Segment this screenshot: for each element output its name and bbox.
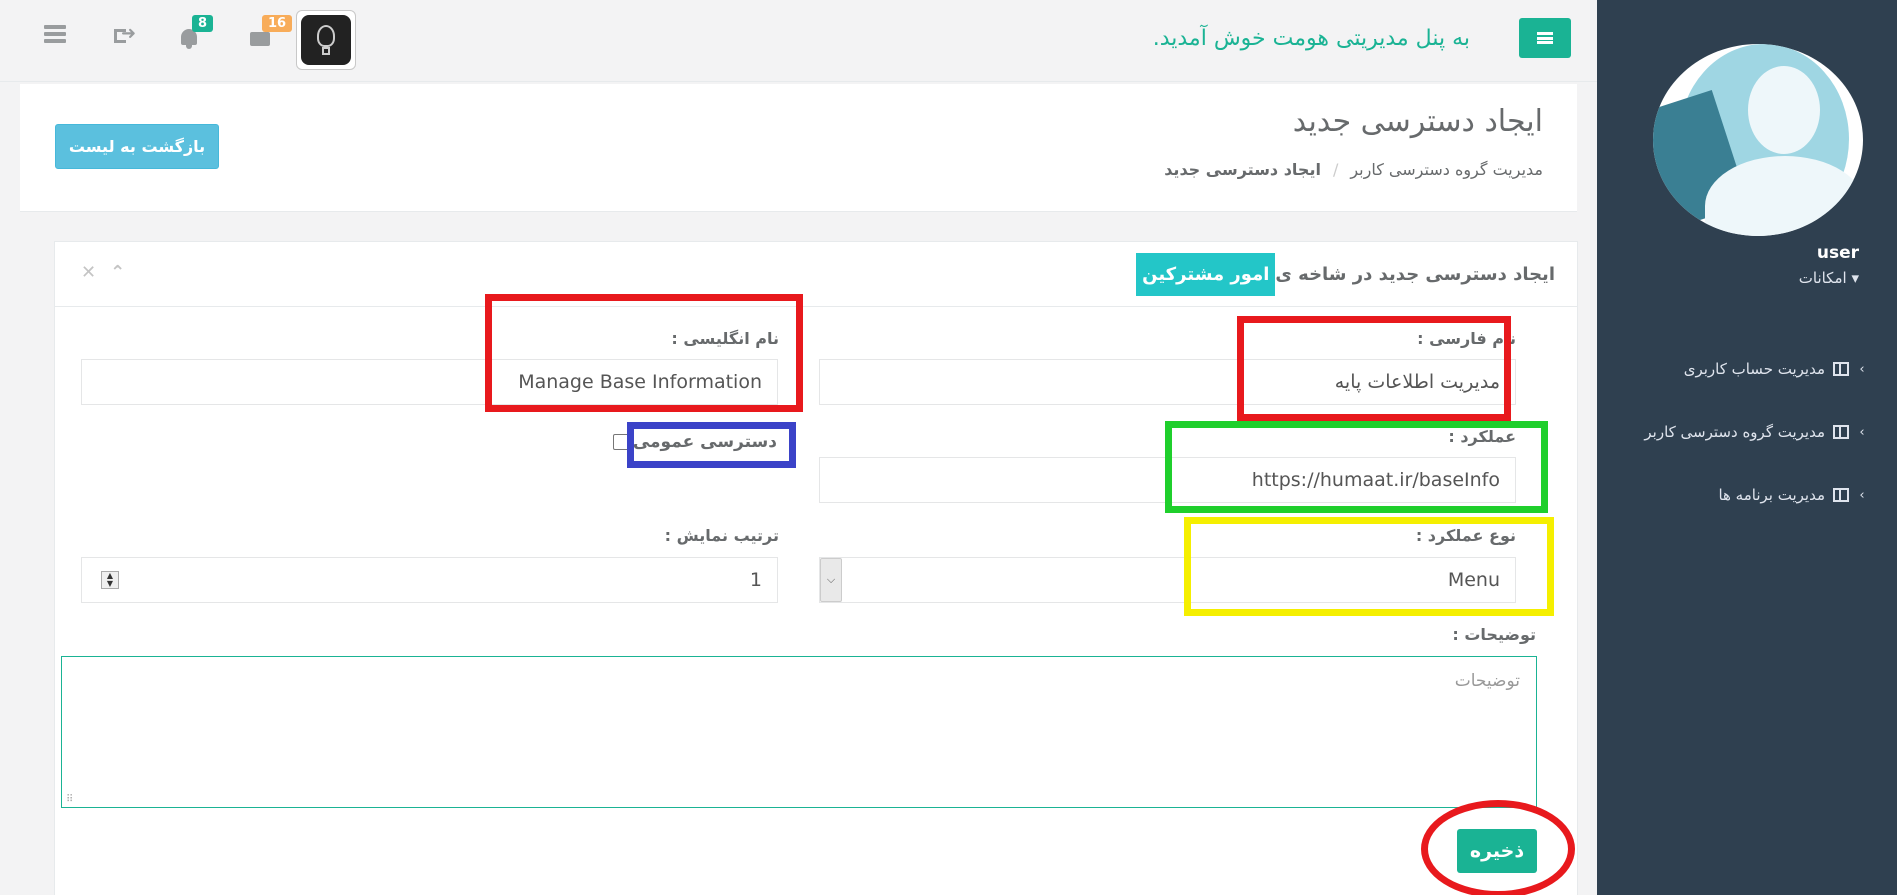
sidebar: user امکانات ▾ ‹ مدیریت حساب کاربری ‹ مد…: [1597, 0, 1897, 895]
page-title: ایجاد دسترسی جدید: [1292, 104, 1543, 139]
resize-handle-icon[interactable]: ⠿: [66, 794, 73, 805]
save-button[interactable]: ذخیره: [1457, 829, 1537, 873]
persian-name-input[interactable]: مدیریت اطلاعات پایه: [819, 359, 1516, 405]
sidebar-user-name: user: [1816, 243, 1859, 263]
notifications-count-badge: 8: [192, 15, 214, 32]
display-order-input[interactable]: 1: [81, 557, 778, 603]
columns-icon: [1833, 362, 1849, 376]
public-access-checkbox-group: دسترسی عمومی: [612, 432, 777, 452]
english-name-input[interactable]: Manage Base Information: [81, 359, 778, 405]
chevron-left-icon: ‹: [1859, 424, 1865, 440]
app-logo: [296, 10, 356, 70]
description-placeholder: توضیحات: [1454, 671, 1520, 691]
notifications-bell-icon[interactable]: 8: [178, 15, 214, 51]
lightbulb-logo-icon: [301, 15, 351, 65]
columns-icon: [1833, 488, 1849, 502]
avatar: [1653, 44, 1863, 236]
sidebar-item-label: مدیریت حساب کاربری: [1683, 360, 1825, 378]
action-type-label: نوع عملکرد :: [1415, 526, 1516, 545]
messages-count-badge: 16: [262, 15, 293, 32]
breadcrumb-separator: /: [1332, 160, 1339, 179]
sign-out-icon[interactable]: ➜: [114, 23, 142, 51]
description-textarea[interactable]: توضیحات ⠿: [61, 656, 1537, 808]
action-url-input[interactable]: https://humaat.ir/baseInfo: [819, 457, 1516, 503]
panel-title: ایجاد دسترسی جدید در شاخه ی امور مشترکین: [1136, 242, 1555, 306]
top-navbar: ➜ 8 16 به پنل مدیریتی هومت خوش آمدید.: [0, 0, 1597, 82]
number-spinner-icon[interactable]: ▲ ▼: [101, 571, 119, 589]
sidebar-item-user-accounts[interactable]: ‹ مدیریت حساب کاربری: [1609, 352, 1869, 386]
sidebar-item-programs[interactable]: ‹ مدیریت برنامه ها: [1609, 478, 1869, 512]
sidebar-item-label: مدیریت برنامه ها: [1718, 486, 1825, 504]
close-icon[interactable]: ✕: [81, 262, 96, 283]
list-icon[interactable]: [44, 25, 72, 51]
panel-header: ایجاد دسترسی جدید در شاخه ی امور مشترکین…: [55, 242, 1577, 307]
hamburger-icon: [1537, 32, 1553, 44]
description-label: توضیحات :: [1452, 625, 1536, 644]
page-heading: ایجاد دسترسی جدید مدیریت گروه دسترسی کار…: [20, 84, 1577, 212]
columns-icon: [1833, 425, 1849, 439]
sidebar-item-user-access-groups[interactable]: ‹ مدیریت گروه دسترسی کاربر: [1609, 415, 1869, 449]
chevron-down-icon[interactable]: ⌵: [820, 558, 842, 602]
chevron-left-icon: ‹: [1859, 487, 1865, 503]
panel-tools: ✕ ⌃: [81, 262, 125, 283]
panel-title-text: ایجاد دسترسی جدید در شاخه ی: [1275, 263, 1555, 285]
welcome-message: به پنل مدیریتی هومت خوش آمدید.: [1152, 26, 1470, 51]
public-access-label: دسترسی عمومی: [632, 432, 777, 452]
display-order-label: ترتیب نمایش :: [664, 526, 779, 545]
public-access-checkbox[interactable]: [612, 434, 629, 450]
sidebar-item-label: مدیریت گروه دسترسی کاربر: [1644, 423, 1825, 441]
persian-name-label: نام فارسی :: [1417, 329, 1516, 348]
branch-badge: امور مشترکین: [1136, 252, 1276, 296]
sidebar-user-menu-toggle[interactable]: امکانات ▾: [1597, 269, 1859, 287]
menu-toggle-button[interactable]: [1519, 18, 1571, 58]
action-type-select[interactable]: Menu: [819, 557, 1516, 603]
breadcrumb-link-access-groups[interactable]: مدیریت گروه دسترسی کاربر: [1350, 160, 1543, 179]
collapse-chevron-up-icon[interactable]: ⌃: [110, 262, 125, 283]
chevron-left-icon: ‹: [1859, 361, 1865, 377]
back-to-list-button[interactable]: بازگشت به لیست: [55, 124, 219, 169]
messages-envelope-icon[interactable]: 16: [248, 15, 293, 51]
action-label: عملکرد :: [1448, 427, 1516, 446]
breadcrumb-current: ایجاد دسترسی جدید: [1164, 160, 1321, 179]
breadcrumb: مدیریت گروه دسترسی کاربر / ایجاد دسترسی …: [1164, 160, 1543, 179]
english-name-label: نام انگلیسی :: [671, 329, 779, 348]
